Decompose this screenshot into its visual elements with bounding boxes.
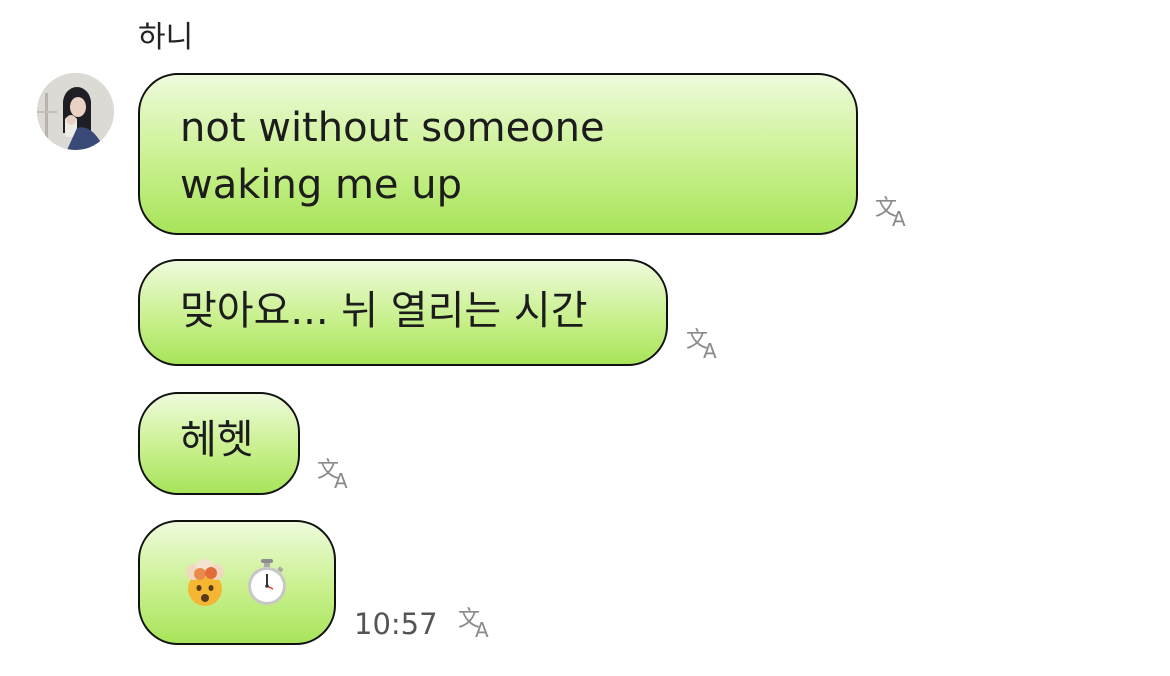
avatar[interactable] <box>37 73 114 150</box>
translate-icon[interactable]: 文A <box>458 604 498 640</box>
translate-icon[interactable]: 文A <box>317 455 357 491</box>
svg-text:A: A <box>892 207 906 229</box>
message-bubble-2[interactable]: 맞아요... 뉘 열리는 시간 <box>138 259 668 366</box>
message-text: 헤헷 <box>180 417 254 463</box>
message-bubble-1[interactable]: not without someone waking me up <box>138 73 858 235</box>
translate-icon[interactable]: 文A <box>875 193 915 229</box>
message-text-line: not without someone <box>180 105 605 151</box>
message-text-line: waking me up <box>180 162 462 208</box>
timestamp: 10:57 <box>354 607 438 641</box>
svg-text:A: A <box>475 618 489 640</box>
stopwatch-emoji <box>248 559 286 605</box>
svg-text:A: A <box>334 469 348 491</box>
sender-name: 하니 <box>138 20 194 55</box>
profile-photo-icon <box>37 73 114 150</box>
svg-text:A: A <box>703 339 717 361</box>
message-text: 맞아요... 뉘 열리는 시간 <box>180 288 588 334</box>
exploding-head-emoji <box>186 559 224 606</box>
message-bubble-3[interactable]: 헤헷 <box>138 392 300 495</box>
translate-icon[interactable]: 文A <box>686 325 726 361</box>
message-bubble-4[interactable] <box>138 520 336 645</box>
